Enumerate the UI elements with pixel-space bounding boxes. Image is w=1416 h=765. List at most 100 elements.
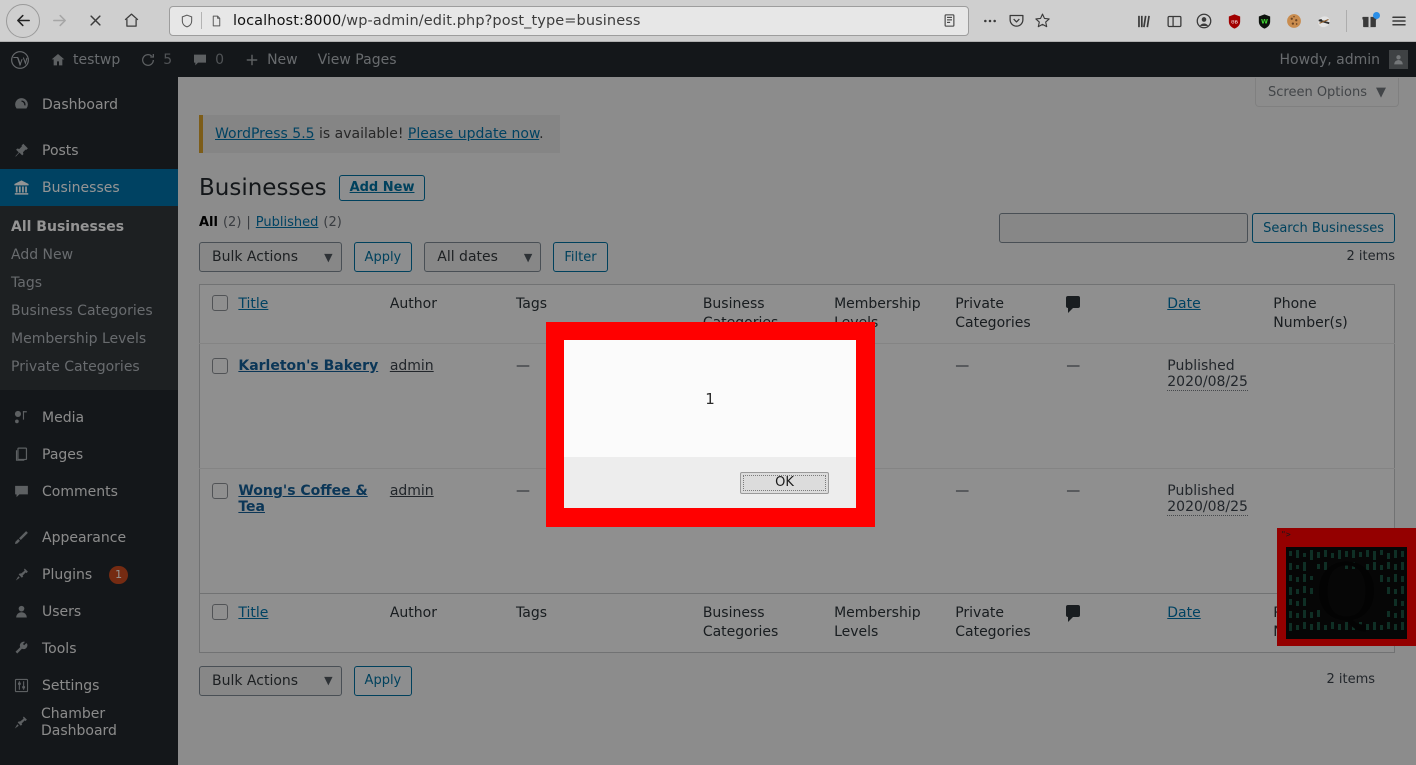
sidebar-item-label: Dashboard (42, 96, 118, 113)
row-select-cell (199, 467, 239, 594)
author-link[interactable]: admin (390, 483, 434, 499)
select-all-checkbox[interactable] (212, 295, 228, 311)
sidebar-item-businesses[interactable]: Businesses (0, 169, 186, 206)
apply-button-top[interactable]: Apply (353, 242, 413, 272)
page-viewport: testwp 5 0 New View Pages Howdy, admin D… (0, 42, 1416, 765)
sidebar-item-all-businesses[interactable]: All Businesses (0, 213, 178, 241)
reader-view-icon[interactable] (936, 8, 962, 34)
shield-icon[interactable] (176, 13, 198, 29)
column-header-title-link[interactable]: Title (238, 296, 268, 312)
sidebar-item-private-categories[interactable]: Private Categories (0, 353, 178, 381)
sidebar-item-posts[interactable]: Posts (0, 132, 178, 169)
bulk-actions-select-bottom[interactable]: Bulk Actions ▼ (199, 665, 342, 696)
sidebar-item-plugins[interactable]: Plugins 1 (0, 556, 178, 593)
select-all-footer (199, 592, 239, 653)
ublock-origin-icon[interactable]: ʊʙ (1221, 8, 1247, 34)
cell-private-categories: — (955, 467, 1067, 594)
update-notice: WordPress 5.5 is available! Please updat… (199, 115, 560, 153)
sidebar-item-tags[interactable]: Tags (0, 269, 178, 297)
please-update-now-link[interactable]: Please update now (408, 126, 539, 142)
site-name-menu[interactable]: testwp (40, 42, 130, 77)
back-arrow-icon[interactable] (6, 3, 40, 38)
menu-spacer (0, 390, 178, 399)
howdy-label: Howdy, admin (1279, 51, 1380, 68)
sidebar-icon[interactable] (1161, 8, 1187, 34)
search-businesses-button[interactable]: Search Businesses (1252, 213, 1395, 243)
sidebar-item-label: Pages (42, 446, 84, 463)
sidebar-item-comments[interactable]: Comments (0, 473, 178, 510)
sidebar-item-dashboard[interactable]: Dashboard (0, 86, 178, 123)
author-link[interactable]: admin (390, 358, 434, 374)
sidebar-item-business-categories[interactable]: Business Categories (0, 297, 178, 325)
ok-button-label: OK (775, 475, 794, 490)
user-icon (11, 603, 31, 620)
library-icon[interactable] (1131, 8, 1157, 34)
ok-button[interactable]: OK (740, 471, 829, 494)
row-checkbox[interactable] (212, 357, 228, 374)
wordpress-version-link[interactable]: WordPress 5.5 (215, 126, 315, 142)
sidebar-item-label: Comments (42, 483, 118, 500)
sidebar-item-appearance[interactable]: Appearance (0, 519, 178, 556)
privacy-badger-icon[interactable] (1311, 8, 1337, 34)
column-footer-date-link[interactable]: Date (1167, 605, 1200, 621)
view-all-label[interactable]: All (199, 215, 218, 230)
browser-nav-buttons (0, 3, 148, 38)
sidebar-item-media[interactable]: Media (0, 399, 178, 436)
screen-options-toggle[interactable]: Screen Options ▼ (1255, 78, 1399, 107)
sidebar-item-settings[interactable]: Settings (0, 667, 178, 704)
column-footer-date: Date (1167, 592, 1274, 653)
column-header-comments (1066, 285, 1167, 344)
sidebar-item-tools[interactable]: Tools (0, 630, 178, 667)
row-checkbox[interactable] (212, 482, 228, 499)
stop-icon[interactable] (78, 4, 112, 38)
notice-tail-text: . (539, 126, 544, 142)
screen-options-label: Screen Options (1268, 84, 1367, 100)
add-new-button[interactable]: Add New (338, 175, 426, 201)
sidebar-item-add-new[interactable]: Add New (0, 241, 178, 269)
select-all-checkbox-footer[interactable] (212, 603, 228, 620)
sidebar-item-users[interactable]: Users (0, 593, 178, 630)
column-footer-private-categories: Private Categories (955, 592, 1067, 653)
bank-icon (11, 179, 31, 196)
bulk-actions-select-top[interactable]: Bulk Actions ▼ (199, 242, 342, 272)
cell-author: admin (389, 467, 517, 594)
extensions-icon[interactable] (1356, 8, 1382, 34)
wappalyzer-icon[interactable]: W (1251, 8, 1277, 34)
column-header-date-link[interactable]: Date (1167, 296, 1200, 312)
column-header-date: Date (1167, 285, 1273, 344)
sidebar-item-chamber-dashboard[interactable]: Chamber Dashboard (0, 704, 178, 741)
url-text[interactable]: localhost:8000/wp-admin/edit.php?post_ty… (227, 13, 936, 29)
apply-button-bottom[interactable]: Apply (353, 665, 413, 696)
account-icon[interactable] (1191, 8, 1217, 34)
search-input[interactable] (999, 213, 1249, 243)
more-actions-icon[interactable] (977, 8, 1003, 34)
sidebar-item-label: Tools (42, 640, 77, 657)
filter-button[interactable]: Filter (553, 242, 608, 272)
home-icon[interactable] (114, 4, 148, 38)
updates-menu[interactable]: 5 (130, 42, 182, 77)
new-content-menu[interactable]: New (234, 42, 308, 77)
sidebar-item-membership-levels[interactable]: Membership Levels (0, 325, 178, 353)
toolbar-divider (1346, 10, 1347, 32)
pocket-icon[interactable] (1003, 8, 1029, 34)
business-title-link[interactable]: Wong's Coffee & Tea (238, 483, 367, 515)
sidebar-item-label: Users (42, 603, 82, 620)
cookie-icon[interactable] (1281, 8, 1307, 34)
address-bar[interactable]: localhost:8000/wp-admin/edit.php?post_ty… (169, 5, 969, 36)
hamburger-menu-icon[interactable] (1386, 8, 1412, 34)
page-icon (205, 13, 227, 29)
sidebar-item-pages[interactable]: Pages (0, 436, 178, 473)
business-title-link[interactable]: Karleton's Bakery (238, 358, 378, 374)
view-pages-link[interactable]: View Pages (308, 42, 407, 77)
column-footer-membership-levels: Membership Levels (834, 592, 956, 653)
wp-logo-menu[interactable] (0, 42, 40, 77)
column-footer-title-link[interactable]: Title (238, 605, 268, 621)
column-header-phone: Phone Number(s) (1273, 296, 1348, 331)
plug-icon (11, 566, 31, 583)
my-account-menu[interactable]: Howdy, admin (1280, 50, 1408, 69)
view-published-label[interactable]: Published (256, 215, 319, 230)
bookmark-star-icon[interactable] (1029, 8, 1055, 34)
comments-menu[interactable]: 0 (182, 42, 234, 77)
search-box: Search Businesses (999, 213, 1395, 243)
date-filter-select[interactable]: All dates ▼ (424, 242, 542, 272)
